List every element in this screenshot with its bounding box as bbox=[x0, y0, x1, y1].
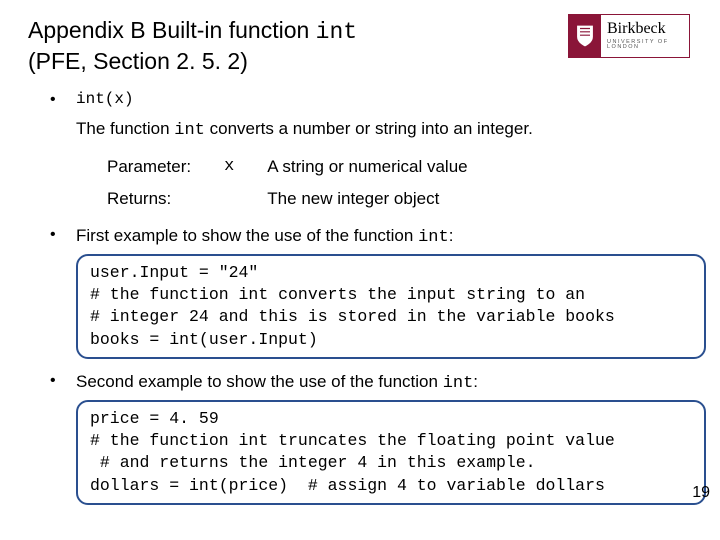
logo-name: Birkbeck bbox=[607, 21, 689, 38]
params-table: Parameter: x A string or numerical value… bbox=[104, 150, 500, 214]
example1-code: user.Input = "24" # the function int con… bbox=[76, 254, 706, 359]
param-row: Parameter: x A string or numerical value bbox=[106, 152, 498, 181]
slide: Birkbeck UNIVERSITY OF LONDON Appendix B… bbox=[0, 0, 720, 540]
title-line2: (PFE, Section 2. 5. 2) bbox=[28, 48, 248, 74]
item-example-2: Second example to show the use of the fu… bbox=[50, 371, 692, 505]
param-label: Parameter: bbox=[106, 152, 221, 181]
example1-lead: First example to show the use of the fun… bbox=[76, 225, 692, 250]
desc-pre: The function bbox=[76, 119, 174, 138]
title-pre: Appendix B Built-in function bbox=[28, 17, 316, 43]
function-description: The function int converts a number or st… bbox=[76, 118, 692, 143]
param-name: x bbox=[223, 152, 264, 181]
return-row: Returns: The new integer object bbox=[106, 184, 498, 213]
ex2-lead-pre: Second example to show the use of the fu… bbox=[76, 372, 443, 391]
page-number: 19 bbox=[692, 484, 710, 502]
ex2-lead-code: int bbox=[443, 374, 474, 393]
ex1-lead-pre: First example to show the use of the fun… bbox=[76, 226, 418, 245]
title-code: int bbox=[316, 19, 357, 45]
param-desc: A string or numerical value bbox=[266, 152, 497, 181]
desc-post: converts a number or string into an inte… bbox=[205, 119, 533, 138]
ex1-lead-post: : bbox=[449, 226, 454, 245]
crest-icon bbox=[569, 15, 601, 57]
logo-text: Birkbeck UNIVERSITY OF LONDON bbox=[601, 15, 689, 57]
ex2-lead-post: : bbox=[473, 372, 478, 391]
item-example-1: First example to show the use of the fun… bbox=[50, 225, 692, 359]
return-desc: The new integer object bbox=[266, 184, 497, 213]
logo-sub: UNIVERSITY OF LONDON bbox=[607, 40, 689, 52]
function-signature: int(x) bbox=[76, 90, 692, 108]
return-label: Returns: bbox=[106, 184, 221, 213]
desc-code: int bbox=[174, 121, 205, 140]
ex1-lead-code: int bbox=[418, 228, 449, 247]
item-signature: int(x) The function int converts a numbe… bbox=[50, 90, 692, 215]
example2-code: price = 4. 59 # the function int truncat… bbox=[76, 400, 706, 505]
example2-lead: Second example to show the use of the fu… bbox=[76, 371, 692, 396]
birkbeck-logo: Birkbeck UNIVERSITY OF LONDON bbox=[568, 14, 690, 58]
